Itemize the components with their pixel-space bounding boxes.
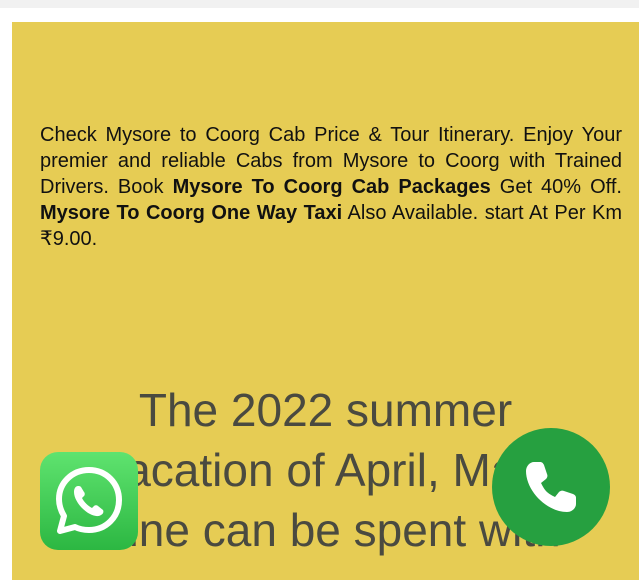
- intro-bold-one-way-taxi: Mysore To Coorg One Way Taxi: [40, 202, 343, 224]
- headline-line-2: vacation of April, May,: [102, 444, 549, 496]
- phone-icon: [526, 462, 576, 512]
- headline-line-3: June can be spent with: [90, 504, 561, 556]
- intro-text-2: Get 40% Off.: [490, 176, 622, 198]
- page: Check Mysore to Coorg Cab Price & Tour I…: [0, 0, 639, 580]
- intro-paragraph: Check Mysore to Coorg Cab Price & Tour I…: [40, 122, 622, 252]
- headline-line-1: The 2022 summer: [138, 384, 513, 436]
- call-button[interactable]: [492, 428, 610, 546]
- intro-bold-packages: Mysore To Coorg Cab Packages: [172, 176, 491, 198]
- top-divider: [0, 0, 639, 8]
- whatsapp-button[interactable]: [40, 452, 138, 550]
- whatsapp-icon: [56, 467, 122, 534]
